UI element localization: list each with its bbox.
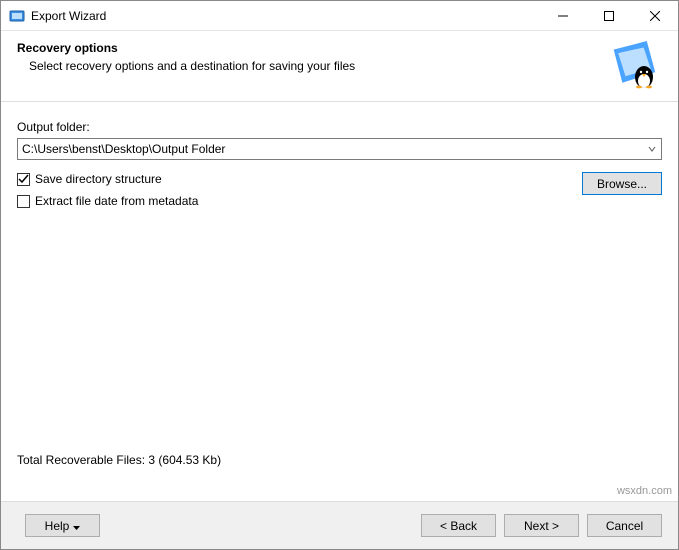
output-folder-label: Output folder: — [17, 120, 662, 134]
back-button[interactable]: < Back — [421, 514, 496, 537]
dropdown-icon[interactable] — [643, 139, 661, 159]
window-title: Export Wizard — [31, 9, 540, 23]
next-button[interactable]: Next > — [504, 514, 579, 537]
titlebar: Export Wizard — [1, 1, 678, 31]
penguin-icon — [610, 41, 658, 89]
chevron-down-icon — [73, 519, 80, 533]
minimize-button[interactable] — [540, 1, 586, 31]
maximize-button[interactable] — [586, 1, 632, 31]
cancel-button[interactable]: Cancel — [587, 514, 662, 537]
extract-date-checkbox[interactable]: Extract file date from metadata — [17, 194, 582, 208]
save-structure-checkbox[interactable]: Save directory structure — [17, 172, 582, 186]
help-button[interactable]: Help — [25, 514, 100, 537]
save-structure-label: Save directory structure — [35, 172, 162, 186]
watermark: wsxdn.com — [617, 485, 672, 497]
header-title: Recovery options — [17, 41, 602, 55]
header-subtitle: Select recovery options and a destinatio… — [29, 59, 602, 73]
recoverable-stats: Total Recoverable Files: 3 (604.53 Kb) — [17, 453, 221, 467]
browse-button[interactable]: Browse... — [582, 172, 662, 195]
checkbox-icon — [17, 195, 30, 208]
output-folder-input[interactable] — [18, 140, 643, 158]
app-icon — [9, 8, 25, 24]
help-label: Help — [45, 519, 70, 533]
checkbox-icon — [17, 173, 30, 186]
content-area: Output folder: Save directory structure … — [1, 102, 678, 216]
wizard-header: Recovery options Select recovery options… — [1, 31, 678, 102]
wizard-footer: Help < Back Next > Cancel — [1, 501, 678, 549]
close-button[interactable] — [632, 1, 678, 31]
output-folder-combo[interactable] — [17, 138, 662, 160]
extract-date-label: Extract file date from metadata — [35, 194, 198, 208]
